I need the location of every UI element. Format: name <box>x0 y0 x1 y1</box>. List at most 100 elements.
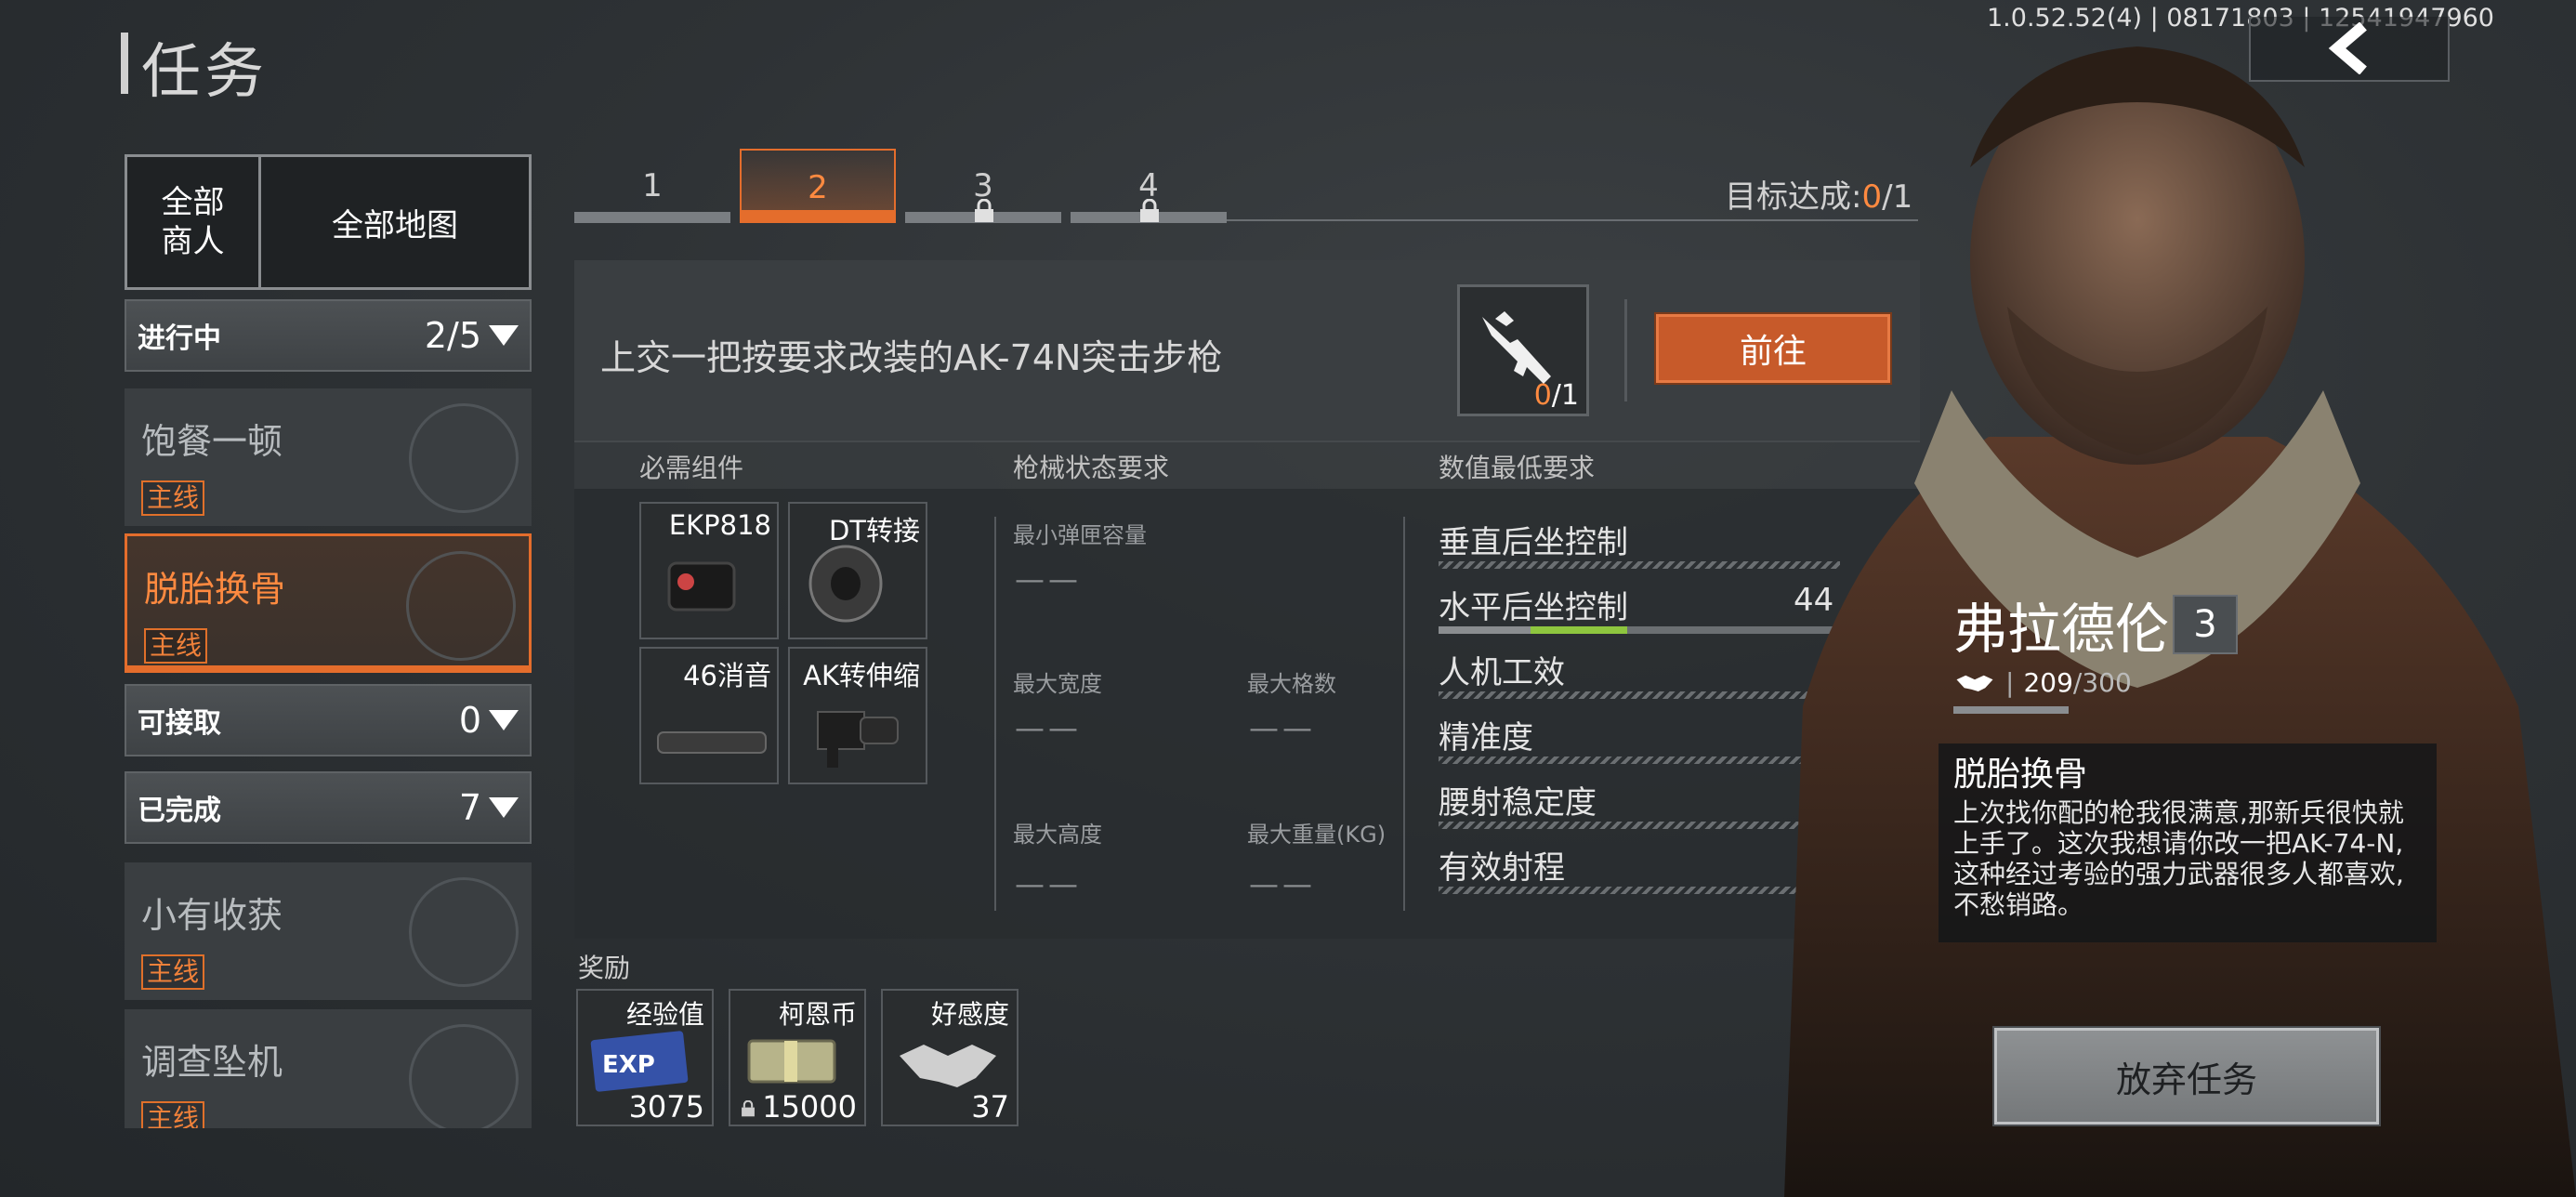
npc-level-badge: 3 <box>2173 595 2238 654</box>
min-req-label: 有效射程 <box>1439 849 1565 887</box>
abandon-task-button[interactable]: 放弃任务 <box>1992 1026 2381 1126</box>
reward-value: 37 <box>971 1089 1009 1125</box>
tab-4[interactable]: 4 <box>1071 149 1227 223</box>
reward-label: 经验值 <box>625 999 704 1030</box>
lock-icon <box>975 199 993 222</box>
section-completed[interactable]: 已完成 7 <box>125 771 532 844</box>
section-label: 可接取 <box>138 707 221 740</box>
chevron-down-icon <box>489 797 519 818</box>
quest-dialogue: 上次找你配的枪我很满意,那新兵很快就上手了。这次我想请你改一把AK-74-N,这… <box>1953 797 2404 920</box>
task-item-active[interactable]: 脱胎换骨 主线 <box>125 533 532 673</box>
favor-max: /300 <box>2072 667 2132 698</box>
column-divider <box>1403 517 1405 911</box>
red-dot-sight-icon <box>667 561 736 612</box>
weapon-count: 0/1 <box>1534 379 1579 412</box>
min-req-label: 腰射稳定度 <box>1439 784 1597 822</box>
merchant-filter[interactable]: 全部 商人 <box>127 157 261 287</box>
lock-icon <box>1140 199 1159 222</box>
stat-label: 最大高度 <box>1013 822 1102 848</box>
npc-name: 弗拉德伦 <box>1953 598 2170 661</box>
wrench-emblem-icon <box>406 551 516 661</box>
suppressor-icon <box>657 731 767 754</box>
title-accent-bar <box>121 33 128 94</box>
stat-value: —— <box>1015 710 1082 745</box>
task-tag: 主线 <box>144 628 208 664</box>
section-count: 0 <box>458 700 481 741</box>
task-item[interactable]: 调查坠机 主线 <box>125 1009 532 1128</box>
reward-slot[interactable]: 好感度 37 <box>881 989 1019 1126</box>
column-divider <box>994 517 996 911</box>
favor-bar <box>1953 706 2069 714</box>
stat-label: 最小弹匣容量 <box>1013 522 1147 548</box>
page-title: 任务 <box>141 38 268 107</box>
part-slot[interactable]: AK转伸缩 <box>788 647 927 784</box>
state-header: 枪械状态要求 <box>1013 453 1170 483</box>
part-slot[interactable]: EKP818 <box>639 502 779 639</box>
section-label: 进行中 <box>138 322 221 355</box>
runner-emblem-icon <box>409 1024 519 1128</box>
reward-slot[interactable]: 经验值 EXP 3075 <box>576 989 714 1126</box>
parts-header: 必需组件 <box>639 453 744 483</box>
hand-emblem-icon <box>409 403 519 513</box>
section-count: 2/5 <box>424 315 481 356</box>
filter-box: 全部 商人 全部地图 <box>125 154 532 290</box>
min-req-label: 水平后坐控制 <box>1439 589 1628 626</box>
stat-value: —— <box>1249 866 1316 901</box>
part-label: 46消音 <box>683 660 771 691</box>
weapon-count-done: 0 <box>1533 379 1552 412</box>
rewards-label: 奖励 <box>578 953 631 983</box>
tab-3[interactable]: 3 <box>905 149 1061 223</box>
reward-value: 15000 <box>762 1089 857 1125</box>
task-tag: 主线 <box>141 480 205 516</box>
section-label: 已完成 <box>138 795 221 827</box>
part-slot[interactable]: DT转接 <box>788 502 927 639</box>
part-label: EKP818 <box>668 509 771 541</box>
tab-2[interactable]: 2 <box>740 149 896 223</box>
handshake-icon <box>1956 675 1993 691</box>
svg-text:EXP: EXP <box>602 1051 655 1079</box>
tab-1[interactable]: 1 <box>574 149 730 223</box>
stat-label: 最大格数 <box>1247 671 1336 697</box>
stat-label: 最大宽度 <box>1013 671 1102 697</box>
column-header-strip <box>574 441 1920 489</box>
min-header: 数值最低要求 <box>1439 453 1596 483</box>
task-item[interactable]: 小有收获 主线 <box>125 862 532 1000</box>
objective-text: 上交一把按要求改装的AK-74N突击步枪 <box>600 337 1223 378</box>
stock-adapter-icon <box>817 711 899 768</box>
min-req-label: 垂直后坐控制 <box>1439 524 1628 561</box>
lock-icon <box>742 1100 755 1117</box>
stat-value: —— <box>1015 561 1082 597</box>
merchant-filter-label: 全部 商人 <box>161 184 225 260</box>
task-item[interactable]: 饱餐一顿 主线 <box>125 388 532 526</box>
reward-value: 3075 <box>628 1089 704 1125</box>
tab-label: 2 <box>808 169 828 206</box>
divider <box>1624 299 1627 401</box>
min-req-label: 人机工效 <box>1439 654 1565 691</box>
part-label: AK转伸缩 <box>803 660 920 691</box>
favor-value: 209 <box>2023 667 2073 698</box>
min-req-fill <box>1439 626 1531 634</box>
chevron-down-icon <box>489 325 519 346</box>
reward-slot[interactable]: 柯恩币 15000 <box>729 989 866 1126</box>
min-req-label: 精准度 <box>1439 719 1533 756</box>
task-tag: 主线 <box>141 1101 205 1128</box>
min-req-target <box>1531 626 1628 634</box>
quest-title: 脱胎换骨 <box>1953 756 2088 794</box>
section-in-progress[interactable]: 进行中 2/5 <box>125 299 532 372</box>
section-available[interactable]: 可接取 0 <box>125 684 532 756</box>
weapon-slot[interactable]: 0/1 <box>1457 284 1589 416</box>
section-count: 7 <box>458 787 481 828</box>
task-tag: 主线 <box>141 954 205 990</box>
map-filter[interactable]: 全部地图 <box>261 157 529 287</box>
weapon-count-total: /1 <box>1551 379 1579 412</box>
part-slot[interactable]: 46消音 <box>639 647 779 784</box>
map-filter-label: 全部地图 <box>332 206 458 244</box>
money-emblem-icon <box>409 877 519 987</box>
stat-value: —— <box>1015 866 1082 901</box>
stat-value: —— <box>1249 710 1316 745</box>
stat-label: 最大重量(KG) <box>1247 822 1387 848</box>
chevron-down-icon <box>489 710 519 730</box>
muzzle-adapter-icon <box>808 545 883 623</box>
tab-label: 1 <box>642 167 663 204</box>
favor-display: | 209/300 <box>1953 667 2132 698</box>
